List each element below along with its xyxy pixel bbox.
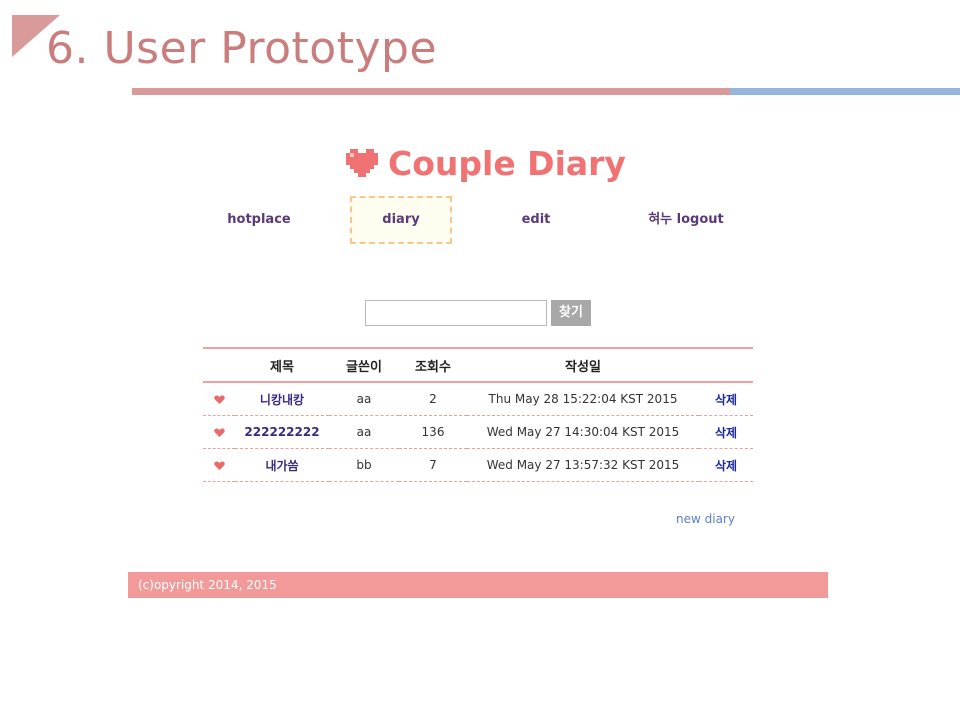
heart-icon [213,461,225,470]
diary-table: 제목 글쓴이 조회수 작성일 니캉내캉 aa 2 Thu May 28 15:2… [203,347,753,482]
footer: (c)opyright 2014, 2015 [128,572,828,598]
header-views: 조회수 [415,359,451,375]
title-rule-right [730,88,960,95]
slide: 6. User Prototype Couple Diary hotplace … [0,0,960,720]
row-writer: bb [356,458,372,472]
row-delete-button[interactable]: 삭제 [699,449,753,482]
search-input[interactable] [365,300,547,326]
row-icon-cell [203,382,235,416]
heart-icon [213,428,225,437]
row-views: 2 [429,392,437,406]
app-title: Couple Diary [388,143,626,183]
title-rule-left [132,88,730,95]
row-title-link[interactable]: 222222222 [235,416,329,449]
row-date: Wed May 27 13:57:32 KST 2015 [486,458,680,472]
table-row: 222222222 aa 136 Wed May 27 14:30:04 KST… [203,416,753,449]
app-heading: Couple Diary [346,140,626,186]
header-date: 작성일 [565,359,601,375]
row-views: 136 [421,425,445,439]
main-nav: hotplace diary edit 혀누 logout [0,196,960,244]
row-delete-button[interactable]: 삭제 [699,382,753,416]
nav-item-diary[interactable]: diary [350,196,452,244]
heart-icon [213,395,225,404]
search-button[interactable]: 찾기 [551,300,591,326]
row-icon-cell [203,416,235,449]
header-title: 제목 [270,359,294,375]
row-title-link[interactable]: 내가씀 [235,449,329,482]
row-date: Wed May 27 14:30:04 KST 2015 [486,425,680,439]
nav-item-hotplace[interactable]: hotplace [214,196,304,244]
row-writer: aa [356,425,372,439]
new-diary-link[interactable]: new diary [676,512,735,526]
nav-item-edit[interactable]: edit [496,196,576,244]
row-views: 7 [429,458,437,472]
slide-title: 6. User Prototype [46,23,438,74]
nav-item-logout[interactable]: 혀누 logout [636,196,736,244]
row-title-link[interactable]: 니캉내캉 [235,382,329,416]
header-writer: 글쓴이 [346,359,382,375]
row-delete-button[interactable]: 삭제 [699,416,753,449]
row-writer: aa [356,392,372,406]
table-row: 내가씀 bb 7 Wed May 27 13:57:32 KST 2015 삭제 [203,449,753,482]
header-icon-column [203,348,235,382]
table-header-row: 제목 글쓴이 조회수 작성일 [203,348,753,382]
table-row: 니캉내캉 aa 2 Thu May 28 15:22:04 KST 2015 삭… [203,382,753,416]
header-action [699,348,753,382]
row-icon-cell [203,449,235,482]
pixel-heart-icon [346,149,378,177]
row-date: Thu May 28 15:22:04 KST 2015 [488,392,678,406]
